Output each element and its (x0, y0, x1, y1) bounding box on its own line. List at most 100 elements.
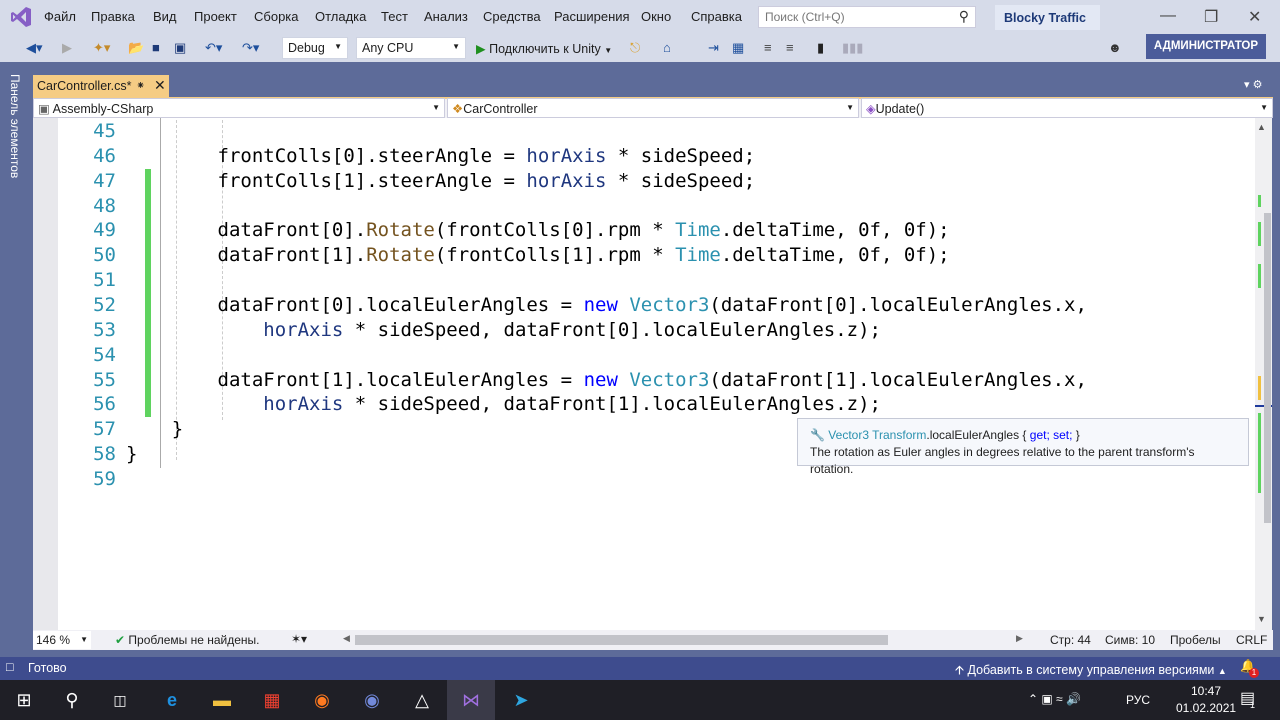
tray-icons[interactable]: ⌃ ▣ ≈ 🔊 (1028, 692, 1081, 706)
code-line[interactable]: frontColls[0].steerAngle = horAxis * sid… (126, 144, 756, 169)
project-dropdown[interactable]: ▣ Assembly-CSharp ▼ (33, 98, 445, 118)
code-line[interactable]: } (126, 417, 183, 442)
restore-button[interactable]: ❐ (1204, 7, 1218, 27)
class-dropdown[interactable]: ❖CarController ▼ (447, 98, 859, 118)
menu-item[interactable]: Анализ (424, 9, 468, 24)
close-window-button[interactable]: ✕ (1248, 7, 1261, 27)
forward-icon[interactable]: ▶ (62, 40, 72, 56)
tab-carcontroller[interactable]: CarController.cs* ⁕ ✕ (33, 75, 169, 97)
comment-icon[interactable]: ≡ (764, 40, 772, 55)
code-line[interactable]: dataFront[0].Rotate(frontColls[0].rpm * … (126, 218, 950, 243)
edge-icon[interactable]: e (160, 688, 184, 712)
project-name-badge: Blocky Traffic (995, 5, 1100, 30)
zoom-select[interactable]: 146 % ▼ (33, 631, 91, 649)
close-tab-icon[interactable]: ✕ (154, 77, 166, 94)
menu-item[interactable]: Тест (381, 9, 408, 24)
issues-indicator[interactable]: ✔ Проблемы не найдены. (115, 633, 260, 647)
new-project-icon[interactable]: ✦▾ (93, 40, 110, 56)
line-number: 46 (93, 144, 116, 167)
clock[interactable]: 10:47 01.02.2021 (1176, 684, 1236, 715)
search-icon: ⚲ (958, 8, 969, 24)
save-icon[interactable]: ■ (152, 40, 160, 55)
firefox-icon[interactable]: ◉ (310, 688, 334, 712)
horizontal-scrollbar[interactable] (355, 635, 888, 645)
code-cleanup-icon[interactable]: ✶▾ (291, 632, 307, 646)
issues-label: Проблемы не найдены. (128, 633, 260, 647)
tooltip-brace: } (1072, 428, 1080, 442)
open-folder-icon[interactable]: 📂 (128, 40, 144, 56)
code-line[interactable]: frontColls[1].steerAngle = horAxis * sid… (126, 169, 756, 194)
step-icon[interactable]: ⇥ (708, 40, 719, 56)
menu-item[interactable]: Правка (91, 9, 135, 24)
chevron-down-icon: ▼ (452, 42, 460, 51)
home-icon[interactable]: ⌂ (663, 40, 671, 55)
search-icon[interactable]: ⚲ (60, 688, 84, 712)
code-line[interactable]: dataFront[0].localEulerAngles = new Vect… (126, 293, 1087, 318)
configuration-select[interactable]: Debug ▼ (282, 37, 348, 59)
platform-select[interactable]: Any CPU ▼ (356, 37, 466, 59)
unity-icon[interactable]: △ (410, 688, 434, 712)
search-input[interactable]: Поиск (Ctrl+Q) ⚲ (758, 6, 976, 28)
redo-icon[interactable]: ↷▾ (242, 40, 259, 56)
prev-bookmark-icon[interactable]: ▮▮▮ (842, 40, 863, 56)
minimize-button[interactable]: — (1160, 7, 1176, 25)
attach-unity-button[interactable]: ▶ Подключить к Unity ▼ (476, 41, 612, 56)
task-view-icon[interactable]: ◫ (108, 688, 132, 712)
menu-item[interactable]: Справка (691, 9, 742, 24)
notification-count: 1 (1249, 668, 1259, 678)
add-to-source-control[interactable]: 🡩 Добавить в систему управления версиями… (955, 661, 1227, 682)
save-all-icon[interactable]: ▣ (174, 40, 186, 56)
menu-item[interactable]: Проект (194, 9, 237, 24)
telegram-icon[interactable]: ➤ (509, 688, 533, 712)
visual-studio-icon[interactable]: ⋈ (459, 688, 483, 712)
output-icon[interactable]: □ (6, 660, 14, 674)
feedback-icon[interactable]: ☻ (1108, 40, 1122, 55)
code-line[interactable]: } (126, 442, 137, 467)
scroll-right-icon[interactable]: ▶ (1016, 633, 1023, 644)
code-line[interactable]: dataFront[1].localEulerAngles = new Vect… (126, 368, 1087, 393)
bookmark-icon[interactable]: ▮ (817, 40, 824, 56)
code-line[interactable]: horAxis * sideSpeed, dataFront[0].localE… (126, 318, 881, 343)
menu-item[interactable]: Вид (153, 9, 177, 24)
pin-icon[interactable]: ⁕ (136, 79, 145, 92)
scroll-left-icon[interactable]: ◀ (343, 633, 350, 644)
configuration-value: Debug (288, 41, 325, 55)
toolbox-side-tab[interactable]: Панель элементов (0, 68, 30, 658)
menu-item[interactable]: Файл (44, 9, 76, 24)
vertical-scrollbar[interactable]: ▲ ▼ (1255, 118, 1272, 630)
windows-start-icon[interactable]: ⊞ (12, 688, 36, 712)
uncomment-icon[interactable]: ≡ (786, 40, 794, 55)
menu-item[interactable]: Окно (641, 9, 671, 24)
code-line[interactable]: dataFront[1].Rotate(frontColls[1].rpm * … (126, 243, 950, 268)
line-ending[interactable]: CRLF (1236, 633, 1267, 647)
clock-date: 01.02.2021 (1176, 701, 1237, 715)
undo-icon[interactable]: ↶▾ (205, 40, 222, 56)
tooltip-owner: Transform (872, 428, 927, 442)
language-indicator[interactable]: РУС (1126, 693, 1150, 707)
admin-badge[interactable]: АДМИНИСТРАТОР (1146, 34, 1266, 59)
back-icon[interactable]: ◀▾ (26, 40, 43, 56)
line-number: 50 (93, 244, 116, 267)
settings-icon[interactable]: ▾ ⚙ (1244, 78, 1262, 91)
play-icon: ▶ (476, 42, 486, 56)
file-explorer-icon[interactable]: ▬ (210, 688, 234, 712)
action-center-icon[interactable]: ▤ 1 (1240, 688, 1255, 710)
layout-icon[interactable]: ▦ (732, 40, 744, 56)
menu-item[interactable]: Отладка (315, 9, 366, 24)
wrench-icon: 🔧 (810, 428, 825, 442)
find-icon[interactable]: ⎋ (630, 40, 640, 56)
line-number[interactable]: Стр: 44 (1050, 633, 1091, 647)
notifications-bell-icon[interactable]: 🔔 1 (1240, 659, 1259, 678)
menu-item[interactable]: Расширения (554, 9, 630, 24)
menu-item[interactable]: Сборка (254, 9, 299, 24)
visual-studio-logo (11, 7, 31, 27)
member-dropdown[interactable]: ◈Update() ▼ (861, 98, 1273, 118)
column-number[interactable]: Симв: 10 (1105, 633, 1155, 647)
toolbox-label: Панель элементов (8, 74, 22, 179)
indentation-mode[interactable]: Пробелы (1170, 633, 1221, 647)
store-icon[interactable]: ▦ (260, 688, 284, 712)
menu-item[interactable]: Средства (483, 9, 541, 24)
code-line[interactable]: horAxis * sideSpeed, dataFront[1].localE… (126, 392, 881, 417)
attach-label: Подключить к Unity (489, 42, 601, 56)
discord-icon[interactable]: ◉ (360, 688, 384, 712)
